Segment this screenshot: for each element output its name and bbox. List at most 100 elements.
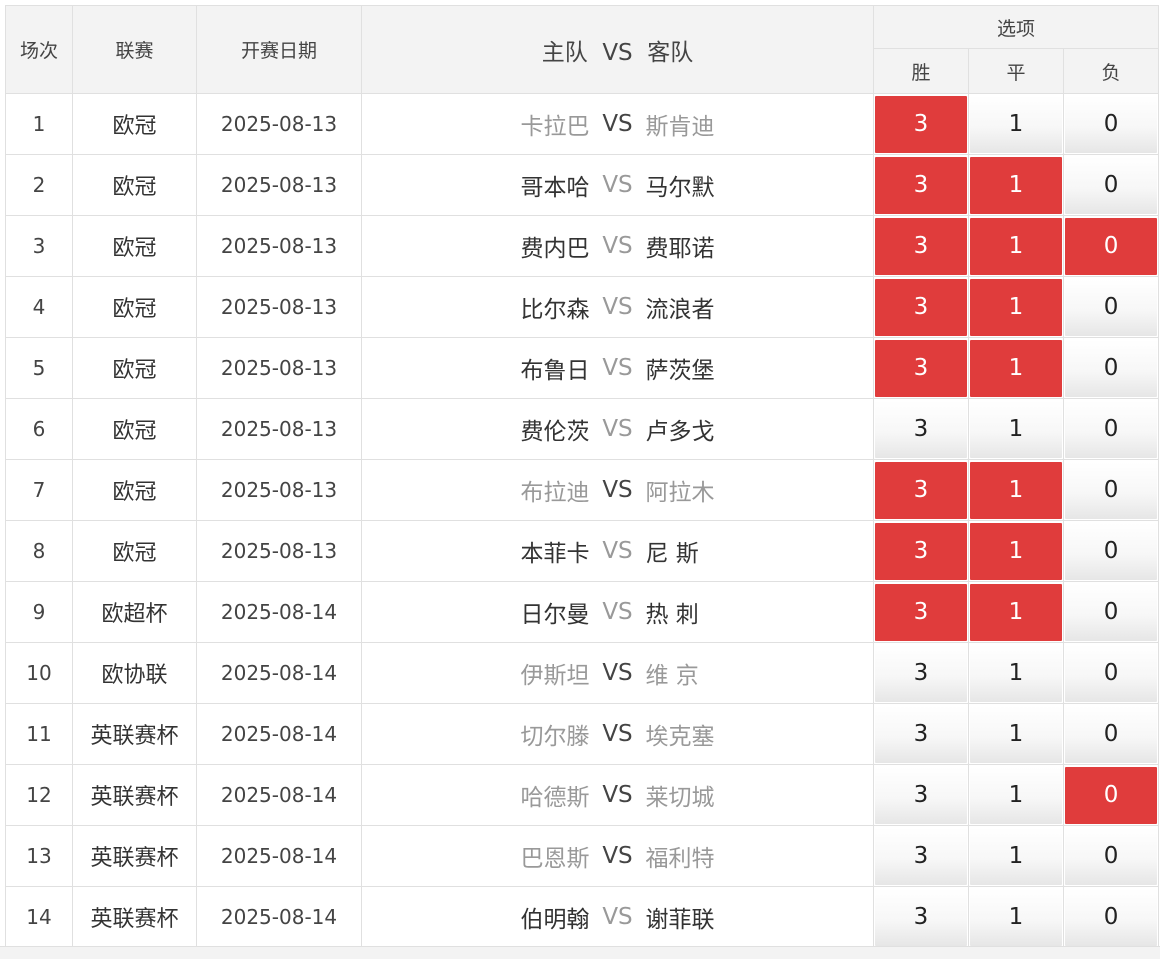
option-loss-button[interactable]: 0	[1065, 278, 1158, 336]
row-match: 切尔滕 VS 埃克塞	[361, 703, 874, 765]
row-index: 8	[5, 520, 73, 582]
option-win-button[interactable]: 3	[875, 644, 967, 702]
table-row: 12 英联赛杯 2025-08-14 哈德斯 VS 莱切城 3 1 0	[5, 764, 1160, 826]
option-cell: 0	[1062, 154, 1160, 216]
option-loss-button[interactable]: 0	[1065, 522, 1158, 580]
row-index: 1	[5, 93, 73, 155]
row-match: 卡拉巴 VS 斯肯迪	[361, 93, 874, 155]
option-win-button[interactable]: 3	[875, 705, 967, 763]
option-draw-button[interactable]: 1	[970, 827, 1062, 885]
option-cell: 1	[968, 459, 1064, 521]
option-win-button[interactable]: 3	[875, 461, 967, 519]
table-row: 6 欧冠 2025-08-13 费伦茨 VS 卢多戈 3 1 0	[5, 398, 1160, 460]
row-date: 2025-08-14	[196, 825, 362, 887]
row-match: 伯明翰 VS 谢菲联	[361, 886, 874, 948]
option-draw-button[interactable]: 1	[970, 766, 1062, 824]
row-date: 2025-08-13	[196, 215, 362, 277]
option-cell: 0	[1062, 459, 1160, 521]
option-loss-button[interactable]: 0	[1065, 95, 1158, 153]
option-draw-button[interactable]: 1	[970, 644, 1062, 702]
home-team: 比尔森	[520, 297, 590, 323]
option-win-button[interactable]: 3	[875, 339, 967, 397]
option-loss-button[interactable]: 0	[1065, 217, 1158, 275]
option-win-button[interactable]: 3	[875, 522, 967, 580]
option-loss-button[interactable]: 0	[1065, 400, 1158, 458]
option-draw-button[interactable]: 1	[970, 705, 1062, 763]
option-cell: 3	[873, 642, 969, 704]
vs-label: VS	[602, 294, 633, 320]
option-cell: 1	[968, 581, 1064, 643]
option-draw-button[interactable]: 1	[970, 400, 1062, 458]
vs-label: VS	[602, 843, 633, 869]
header-index: 场次	[5, 5, 73, 94]
header-draw: 平	[968, 48, 1064, 94]
vs-label: VS	[602, 782, 633, 808]
row-date: 2025-08-13	[196, 337, 362, 399]
option-win-button[interactable]: 3	[875, 156, 967, 214]
option-draw-button[interactable]: 1	[970, 888, 1062, 946]
row-league: 欧冠	[72, 459, 197, 521]
option-win-button[interactable]: 3	[875, 278, 967, 336]
option-draw-button[interactable]: 1	[970, 339, 1062, 397]
option-loss-button[interactable]: 0	[1065, 583, 1158, 641]
option-loss-button[interactable]: 0	[1065, 827, 1158, 885]
option-loss-button[interactable]: 0	[1065, 766, 1158, 824]
option-win-button[interactable]: 3	[875, 888, 967, 946]
row-date: 2025-08-14	[196, 764, 362, 826]
row-match: 费伦茨 VS 卢多戈	[361, 398, 874, 460]
home-team: 日尔曼	[520, 602, 590, 628]
option-win-button[interactable]: 3	[875, 217, 967, 275]
option-loss-button[interactable]: 0	[1065, 461, 1158, 519]
row-date: 2025-08-13	[196, 154, 362, 216]
away-team: 尼 斯	[645, 541, 699, 567]
option-cell: 1	[968, 703, 1064, 765]
header-loss: 负	[1062, 48, 1160, 94]
row-index: 12	[5, 764, 73, 826]
option-cell: 1	[968, 93, 1064, 155]
option-draw-button[interactable]: 1	[970, 583, 1062, 641]
table-row: 10 欧协联 2025-08-14 伊斯坦 VS 维 京310	[5, 642, 1160, 704]
option-draw-button[interactable]: 1	[970, 278, 1062, 336]
away-team: 谢菲联	[645, 907, 715, 933]
row-league: 欧超杯	[72, 581, 197, 643]
option-draw-button[interactable]: 1	[970, 522, 1062, 580]
option-cell: 1	[968, 154, 1064, 216]
option-loss-button[interactable]: 0	[1065, 156, 1158, 214]
header-win: 胜	[873, 48, 969, 94]
row-league: 英联赛杯	[72, 825, 197, 887]
row-index: 13	[5, 825, 73, 887]
option-cell: 3	[873, 703, 969, 765]
option-draw-button[interactable]: 1	[970, 217, 1062, 275]
vs-label: VS	[602, 233, 633, 259]
row-match: 布鲁日 VS 萨茨堡	[361, 337, 874, 399]
row-league: 欧冠	[72, 276, 197, 338]
option-loss-button[interactable]: 0	[1065, 705, 1158, 763]
row-index: 6	[5, 398, 73, 460]
option-win-button[interactable]: 3	[875, 766, 967, 824]
match-table: 场次 联赛 开赛日期 主队 VS 客队 选项 胜 平 负 1 欧冠 2025-08-…	[5, 5, 1160, 948]
option-win-button[interactable]: 3	[875, 583, 967, 641]
option-draw-button[interactable]: 1	[970, 156, 1062, 214]
option-win-button[interactable]: 3	[875, 400, 967, 458]
option-win-button[interactable]: 3	[875, 95, 967, 153]
row-league: 欧冠	[72, 215, 197, 277]
home-team: 哥本哈	[520, 175, 590, 201]
option-win-button[interactable]: 3	[875, 827, 967, 885]
option-cell: 0	[1062, 825, 1160, 887]
option-cell: 3	[873, 398, 969, 460]
row-date: 2025-08-14	[196, 581, 362, 643]
option-loss-button[interactable]: 0	[1065, 339, 1158, 397]
option-draw-button[interactable]: 1	[970, 95, 1062, 153]
option-loss-button[interactable]: 0	[1065, 888, 1158, 946]
option-cell: 3	[873, 93, 969, 155]
table-row: 1 欧冠 2025-08-13 卡拉巴 VS 斯肯迪 3 1 0	[5, 93, 1160, 155]
option-loss-button[interactable]: 0	[1065, 644, 1158, 702]
row-league: 欧冠	[72, 337, 197, 399]
option-draw-button[interactable]: 1	[970, 461, 1062, 519]
home-team: 布鲁日	[520, 358, 590, 384]
row-league: 欧冠	[72, 398, 197, 460]
option-cell: 0	[1062, 93, 1160, 155]
option-cell: 0	[1062, 276, 1160, 338]
row-index: 9	[5, 581, 73, 643]
home-team: 费伦茨	[520, 419, 590, 445]
